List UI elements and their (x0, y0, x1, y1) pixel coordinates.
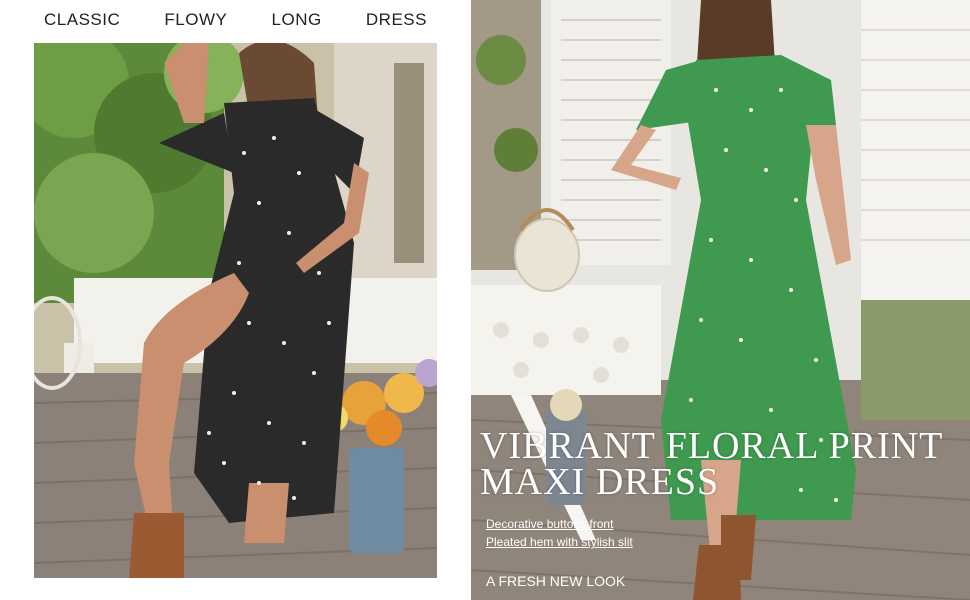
tagline: A FRESH NEW LOOK (486, 573, 626, 589)
feature-pleated-hem: Pleated hem with stylish slit (486, 535, 633, 549)
header-word-dress: DRESS (365, 10, 427, 29)
header-word-long: LONG (271, 10, 322, 29)
header-words: CLASSIC FLOWY LONG DRESS (34, 0, 437, 40)
photo-left-illustration (34, 43, 437, 578)
photo-green-floral-dress (471, 0, 970, 600)
headline-line-1: VIBRANT FLORAL PRINT (480, 425, 944, 467)
photo-right-illustration (471, 0, 970, 600)
feature-decorative-buttons: Decorative buttons front (486, 517, 614, 531)
headline: VIBRANT FLORAL PRINT MAXI DRESS (480, 425, 960, 503)
feature-list: Decorative buttons front Pleated hem wit… (486, 515, 633, 551)
header-word-classic: CLASSIC (44, 10, 121, 29)
header-word-flowy: FLOWY (164, 10, 228, 29)
photo-black-floral-dress (34, 43, 437, 578)
headline-line-2: MAXI DRESS (480, 461, 720, 503)
